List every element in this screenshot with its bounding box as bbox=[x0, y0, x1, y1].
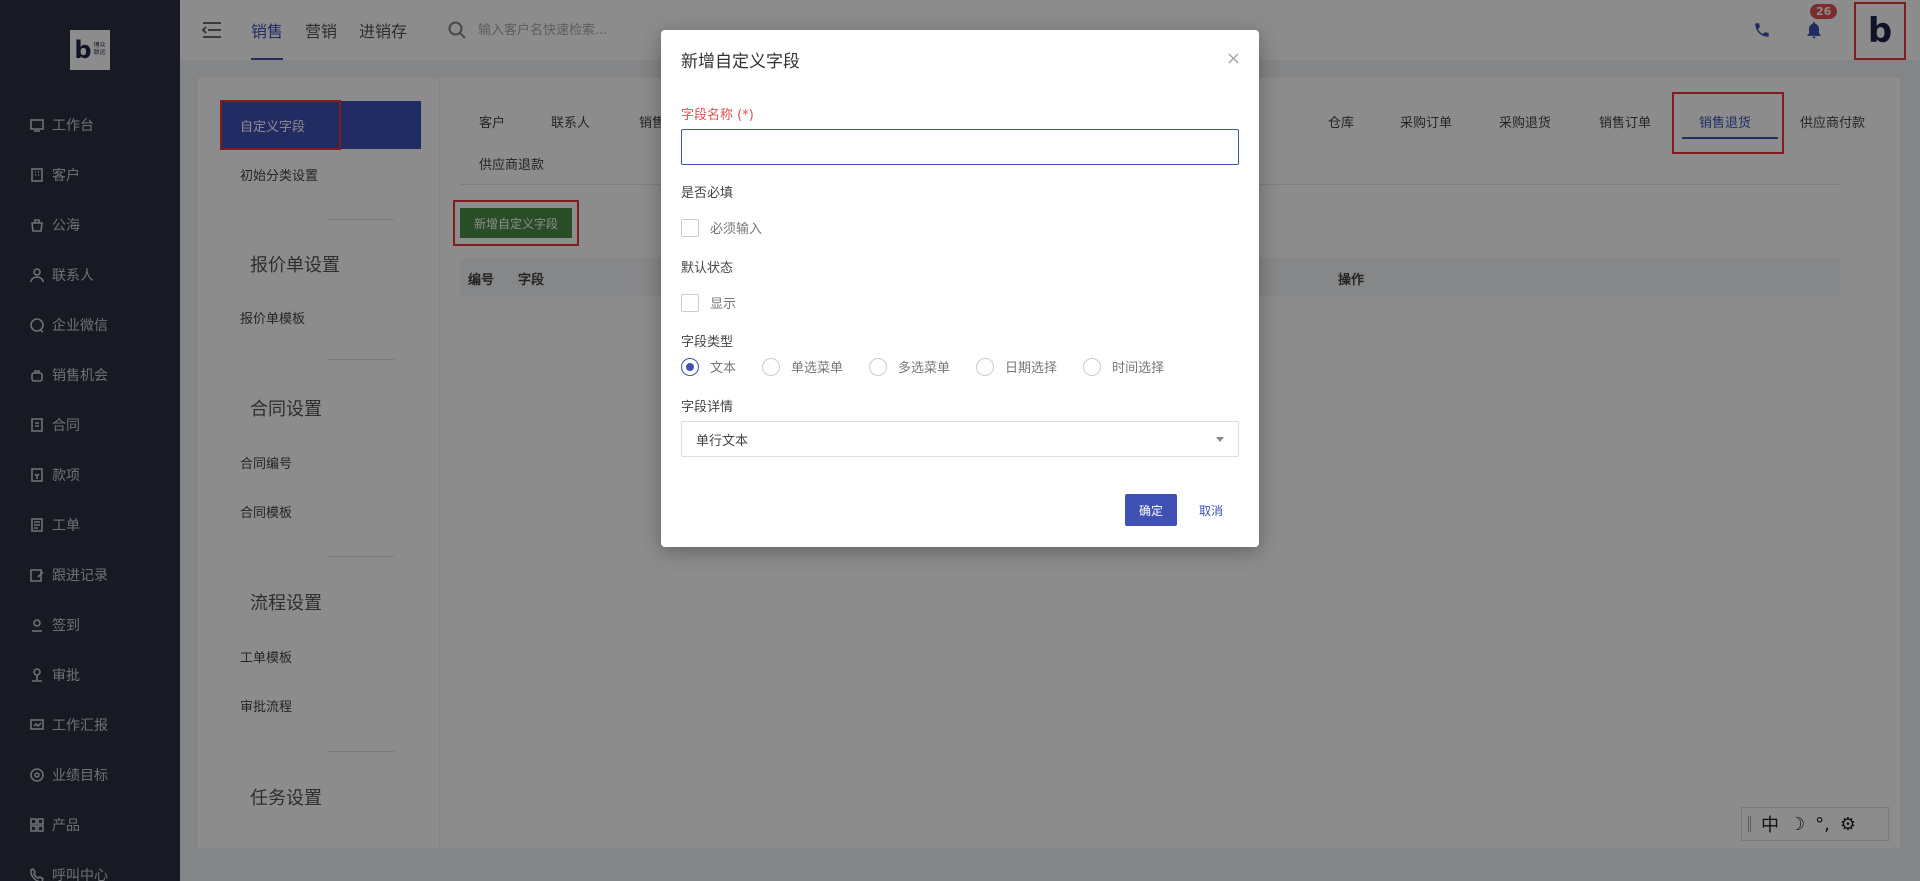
show-checkbox-label: 显示 bbox=[710, 297, 737, 312]
show-checkbox[interactable]: 显示 bbox=[681, 293, 736, 312]
radio-circle[interactable] bbox=[681, 357, 699, 376]
radio-label: 单选菜单 bbox=[791, 361, 844, 376]
radio-circle[interactable] bbox=[869, 357, 888, 376]
dialog-title: 新增自定义字段 bbox=[681, 52, 800, 72]
radio-label: 多选菜单 bbox=[898, 361, 951, 376]
radio-circle[interactable] bbox=[762, 357, 781, 376]
required-label: 是否必填 bbox=[681, 186, 734, 201]
radio-label: 文本 bbox=[710, 361, 737, 376]
field-type-radio-group: 文本 单选菜单 多选菜单 日期选择 时间选择 bbox=[681, 357, 1190, 376]
required-checkbox-label: 必须输入 bbox=[710, 222, 763, 237]
radio-single-select[interactable]: 单选菜单 bbox=[762, 357, 843, 376]
radio-date[interactable]: 日期选择 bbox=[976, 357, 1057, 376]
radio-multi-select[interactable]: 多选菜单 bbox=[869, 357, 950, 376]
cancel-button[interactable]: 取消 bbox=[1191, 494, 1231, 526]
checkbox-box[interactable] bbox=[681, 293, 699, 312]
radio-label: 时间选择 bbox=[1112, 361, 1165, 376]
radio-circle[interactable] bbox=[976, 357, 995, 376]
field-detail-select[interactable]: 单行文本 bbox=[681, 421, 1239, 457]
chevron-down-icon bbox=[1216, 437, 1224, 442]
add-field-dialog: 新增自定义字段 × 字段名称 (*) 是否必填 必须输入 默认状态 显示 字段类… bbox=[661, 30, 1259, 547]
required-checkbox[interactable]: 必须输入 bbox=[681, 218, 762, 237]
radio-time[interactable]: 时间选择 bbox=[1083, 357, 1164, 376]
checkbox-box[interactable] bbox=[681, 218, 699, 237]
select-value: 单行文本 bbox=[696, 433, 749, 449]
field-name-input[interactable] bbox=[681, 129, 1239, 165]
field-detail-label: 字段详情 bbox=[681, 400, 734, 415]
radio-circle[interactable] bbox=[1083, 357, 1102, 376]
radio-text[interactable]: 文本 bbox=[681, 357, 736, 376]
radio-label: 日期选择 bbox=[1005, 361, 1058, 376]
confirm-button[interactable]: 确定 bbox=[1125, 494, 1177, 526]
field-name-label: 字段名称 (*) bbox=[681, 108, 754, 123]
close-icon[interactable]: × bbox=[1226, 48, 1241, 69]
field-type-label: 字段类型 bbox=[681, 335, 734, 350]
default-status-label: 默认状态 bbox=[681, 261, 734, 276]
